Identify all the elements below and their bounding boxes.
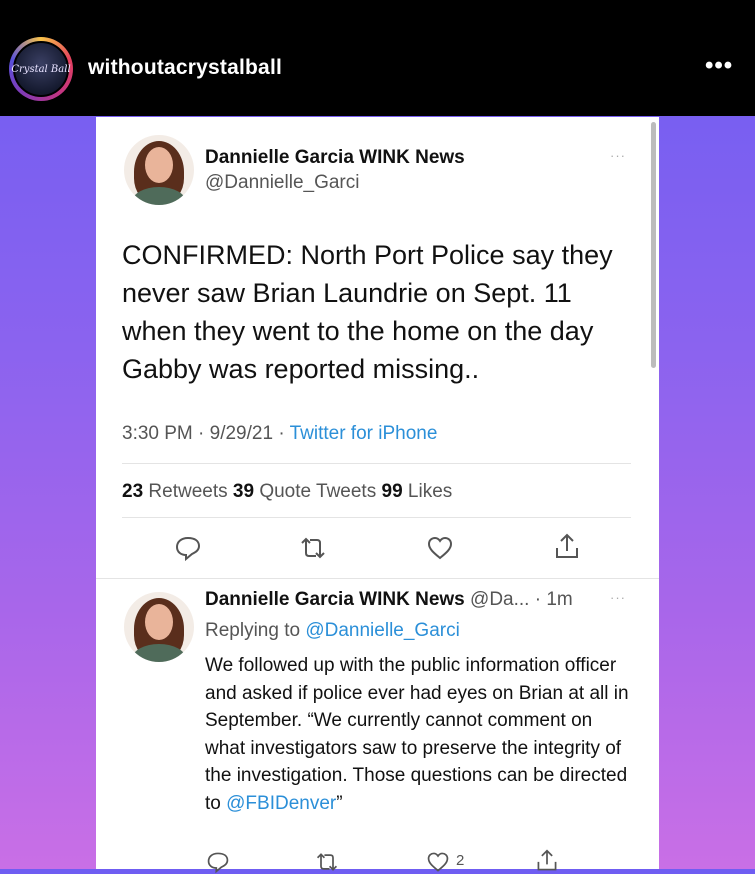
tweet-author-handle[interactable]: @Dannielle_Garci — [205, 172, 359, 194]
scrollbar[interactable] — [651, 122, 656, 368]
tweet-author-name[interactable]: Dannielle Garcia WINK News — [205, 147, 465, 169]
profile-avatar[interactable]: Crystal Ball — [9, 37, 73, 101]
replying-to: Replying to @Dannielle_Garci — [205, 620, 460, 642]
divider — [122, 517, 631, 518]
replying-handle-link[interactable]: @Dannielle_Garci — [305, 620, 459, 641]
reply-text: We followed up with the public informati… — [205, 652, 635, 817]
retweet-icon[interactable] — [298, 534, 328, 562]
reply-icon[interactable] — [206, 850, 230, 874]
like-icon[interactable] — [426, 534, 454, 562]
reply-icon[interactable] — [174, 534, 202, 562]
post-username[interactable]: withoutacrystalball — [88, 56, 282, 80]
reply-handle-time[interactable]: @Da... · 1m — [465, 589, 573, 610]
tweet-more-icon[interactable]: ··· — [610, 148, 626, 163]
reply-body: We followed up with the public informati… — [205, 655, 629, 814]
tweet-timestamp: 3:30 PM · 9/29/21 · Twitter for iPhone — [122, 423, 437, 445]
tweet-time: 3:30 PM · 9/29/21 · — [122, 423, 290, 444]
like-icon[interactable] — [426, 850, 450, 874]
reply-closing-quote: ” — [336, 792, 343, 814]
quote-tweets-count[interactable]: 39 — [233, 481, 254, 502]
retweets-label[interactable]: Retweets — [143, 481, 233, 502]
divider — [122, 463, 631, 464]
reply-author-name[interactable]: Dannielle Garcia WINK News — [205, 589, 465, 610]
reply-author-avatar[interactable] — [124, 592, 194, 662]
divider — [96, 578, 659, 579]
fbi-denver-link[interactable]: @FBIDenver — [226, 793, 336, 814]
share-icon[interactable] — [553, 532, 581, 562]
replying-prefix: Replying to — [205, 620, 306, 641]
tweet-source-link[interactable]: Twitter for iPhone — [290, 423, 438, 444]
share-icon[interactable] — [535, 848, 559, 874]
tweet-text: CONFIRMED: North Port Police say they ne… — [122, 240, 613, 384]
crystal-ball-logo: Crystal Ball — [11, 41, 71, 97]
tweet-author-avatar[interactable] — [124, 135, 194, 205]
likes-label[interactable]: Likes — [403, 481, 452, 502]
quote-tweets-label[interactable]: Quote Tweets — [254, 481, 381, 502]
more-options-icon[interactable]: ••• — [705, 52, 733, 80]
likes-count[interactable]: 99 — [382, 481, 403, 502]
retweet-icon[interactable] — [314, 850, 340, 874]
tweet-stats: 23 Retweets 39 Quote Tweets 99 Likes — [122, 481, 452, 503]
reply-likes-count[interactable]: 2 — [456, 852, 464, 869]
reply-more-icon[interactable]: ··· — [610, 590, 626, 605]
reply-header: Dannielle Garcia WINK News @Da... · 1m — [205, 589, 573, 611]
retweets-count[interactable]: 23 — [122, 481, 143, 502]
logo-text: Crystal Ball — [11, 63, 71, 75]
